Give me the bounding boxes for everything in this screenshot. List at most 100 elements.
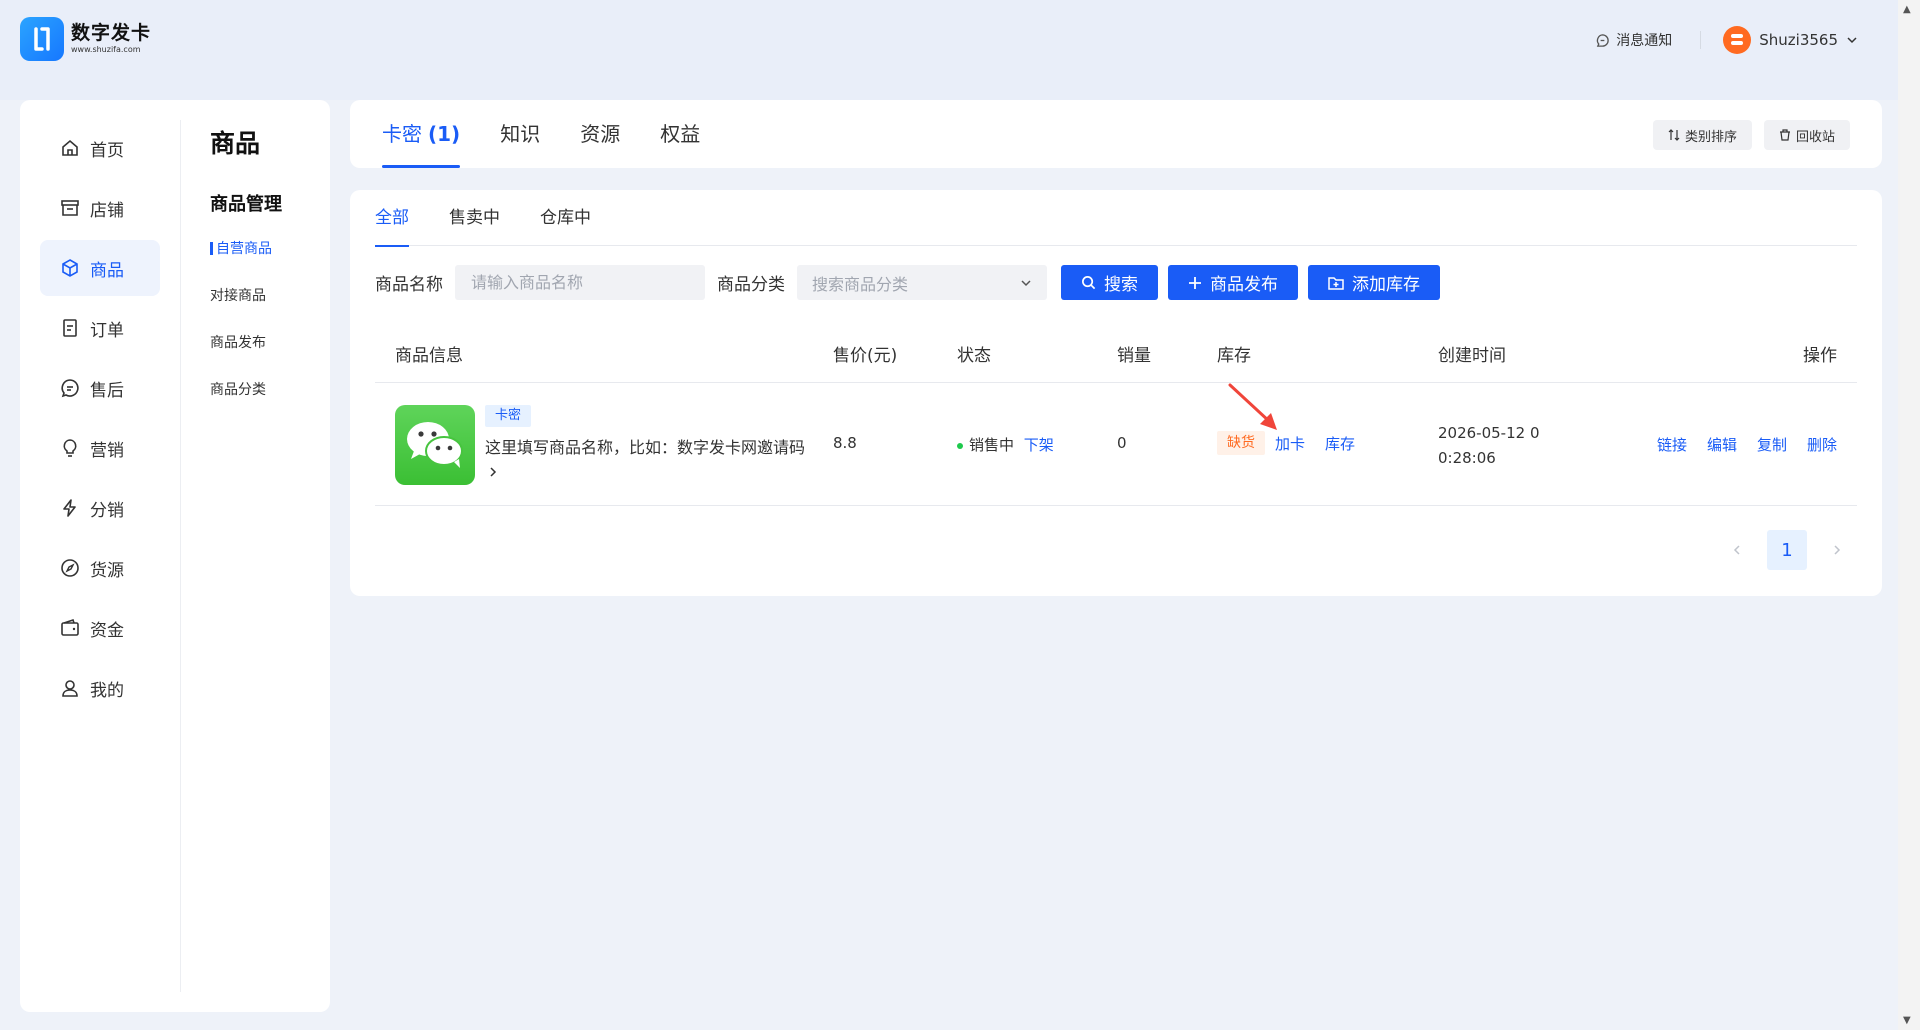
product-name-label: 商品名称 — [375, 275, 443, 295]
tab-benefits[interactable]: 权益 — [660, 100, 700, 168]
product-price: 8.8 — [833, 434, 857, 452]
scroll-down-icon[interactable]: ▼ — [1903, 1015, 1911, 1026]
status-dot — [957, 442, 963, 449]
delete-action[interactable]: 删除 — [1807, 434, 1837, 455]
table-row: 卡密 这里填写商品名称，比如：数字发卡网邀请码 8.8 销售中 下架 0 缺货 … — [375, 384, 1857, 506]
row-actions: 链接 编辑 复制 删除 — [1657, 434, 1837, 455]
chevron-left-icon — [1733, 545, 1740, 555]
wallet-icon — [61, 618, 79, 636]
product-type-badge: 卡密 — [485, 405, 532, 427]
nav-item-funds[interactable]: 资金 — [40, 600, 160, 656]
nav-item-orders[interactable]: 订单 — [40, 300, 160, 356]
recycle-bin-label: 回收站 — [1795, 129, 1835, 145]
search-label: 搜索 — [1104, 275, 1138, 295]
avatar — [1723, 26, 1752, 54]
lightning-icon — [63, 499, 76, 517]
nav-item-home[interactable]: 首页 — [40, 120, 160, 176]
category-tabs-card: 卡密 (1) 知识 资源 权益 类别排序 回收站 — [350, 100, 1882, 168]
brand-logo-mark — [20, 17, 64, 61]
user-menu[interactable]: Shuzi3565 — [1723, 26, 1858, 54]
nav-item-label: 货源 — [90, 560, 124, 581]
table-header: 商品信息 售价(元) 状态 销量 库存 创建时间 操作 — [375, 323, 1857, 383]
nav-item-distribution[interactable]: 分销 — [40, 480, 160, 536]
brand-logo[interactable]: 数字发卡 www.shuzifa.com — [20, 17, 151, 61]
product-name-input[interactable] — [455, 265, 705, 300]
tab-on-sale[interactable]: 售卖中 — [449, 190, 500, 246]
home-icon — [62, 139, 78, 156]
nav-item-products[interactable]: 商品 — [40, 240, 160, 296]
plus-icon — [1189, 276, 1201, 289]
publish-label: 商品发布 — [1210, 275, 1278, 295]
col-status: 状态 — [957, 346, 991, 366]
tab-knowledge[interactable]: 知识 — [500, 100, 540, 168]
notification-label: 消息通知 — [1616, 33, 1673, 49]
subnav-product-categories[interactable]: 商品分类 — [210, 379, 282, 401]
product-status: 销售中 下架 — [957, 434, 1054, 455]
tab-resources[interactable]: 资源 — [580, 100, 620, 168]
take-down-link[interactable]: 下架 — [1024, 436, 1054, 454]
status-tabs: 全部 售卖中 仓库中 — [375, 190, 1857, 247]
col-actions: 操作 — [1803, 346, 1837, 366]
prev-page-button[interactable] — [1717, 530, 1757, 570]
product-category-select[interactable]: 搜索商品分类 — [797, 265, 1047, 300]
nav-group-title: 商品管理 — [210, 194, 282, 215]
product-sales: 0 — [1117, 434, 1127, 452]
link-action[interactable]: 链接 — [1657, 434, 1687, 455]
subnav-linked-products[interactable]: 对接商品 — [210, 285, 282, 307]
nav-item-label: 店铺 — [90, 200, 124, 221]
tab-in-warehouse[interactable]: 仓库中 — [540, 190, 591, 246]
tab-count: (1) — [428, 122, 461, 146]
pagination: 1 — [1717, 530, 1857, 570]
sort-icon — [1668, 129, 1680, 141]
tab-card-secret[interactable]: 卡密 (1) — [382, 100, 461, 168]
nav-item-label: 售后 — [90, 380, 124, 401]
bulb-icon — [63, 439, 77, 457]
nav-item-supply[interactable]: 货源 — [40, 540, 160, 596]
subnav-publish-product[interactable]: 商品发布 — [210, 332, 282, 354]
nav-item-label: 订单 — [90, 320, 124, 341]
store-icon — [61, 200, 79, 216]
col-price: 售价(元) — [833, 346, 898, 366]
edit-action[interactable]: 编辑 — [1707, 434, 1737, 455]
notification-button[interactable]: 消息通知 — [1595, 30, 1672, 50]
add-stock-button[interactable]: 添加库存 — [1308, 265, 1440, 300]
product-thumbnail[interactable] — [395, 405, 475, 485]
product-name-link[interactable]: 这里填写商品名称，比如：数字发卡网邀请码 — [485, 435, 815, 485]
col-sales: 销量 — [1117, 346, 1151, 366]
copy-action[interactable]: 复制 — [1757, 434, 1787, 455]
publish-product-button[interactable]: 商品发布 — [1168, 265, 1298, 300]
chevron-down-icon — [1021, 279, 1031, 286]
nav-item-store[interactable]: 店铺 — [40, 180, 160, 236]
next-page-button[interactable] — [1817, 530, 1857, 570]
chat-icon — [61, 379, 79, 398]
annotation-arrow-icon — [1228, 383, 1277, 430]
filter-bar: 商品名称 商品分类 搜索商品分类 搜索 商品发布 添加库存 — [375, 265, 1450, 300]
tab-all[interactable]: 全部 — [375, 190, 409, 247]
recycle-bin-button[interactable]: 回收站 — [1763, 120, 1850, 150]
scroll-up-icon[interactable]: ▲ — [1903, 4, 1911, 15]
chevron-right-icon — [1834, 545, 1841, 555]
product-name: 这里填写商品名称，比如：数字发卡网邀请码 — [485, 438, 806, 457]
message-icon — [1597, 33, 1609, 47]
document-icon — [63, 319, 77, 337]
compass-icon — [61, 559, 79, 577]
category-sort-button[interactable]: 类别排序 — [1652, 120, 1752, 150]
stock-link[interactable]: 库存 — [1325, 433, 1355, 454]
nav-item-label: 分销 — [90, 500, 124, 521]
col-created: 创建时间 — [1438, 346, 1506, 366]
nav-item-aftersale[interactable]: 售后 — [40, 360, 160, 416]
subnav-own-products[interactable]: 自营商品 — [210, 238, 282, 260]
page-scrollbar[interactable]: ▲ ▼ — [1898, 0, 1920, 1030]
nav-item-mine[interactable]: 我的 — [40, 660, 160, 716]
chevron-down-icon — [1847, 37, 1857, 44]
nav-item-marketing[interactable]: 营销 — [40, 420, 160, 476]
search-button[interactable]: 搜索 — [1061, 265, 1158, 300]
page-number[interactable]: 1 — [1767, 530, 1807, 570]
status-text: 销售中 — [969, 436, 1015, 454]
add-stock-label: 添加库存 — [1352, 275, 1420, 295]
nav-item-label: 我的 — [90, 680, 124, 701]
section-title: 商品 — [210, 129, 261, 158]
top-header: 数字发卡 www.shuzifa.com 消息通知 Shuzi3565 — [0, 0, 1898, 100]
sidebar: 首页 店铺 商品 订单 售后 营销 分销 货源 资金 我的 商品 商品管理 自营… — [20, 100, 330, 1012]
nav-item-label: 商品 — [90, 260, 124, 281]
